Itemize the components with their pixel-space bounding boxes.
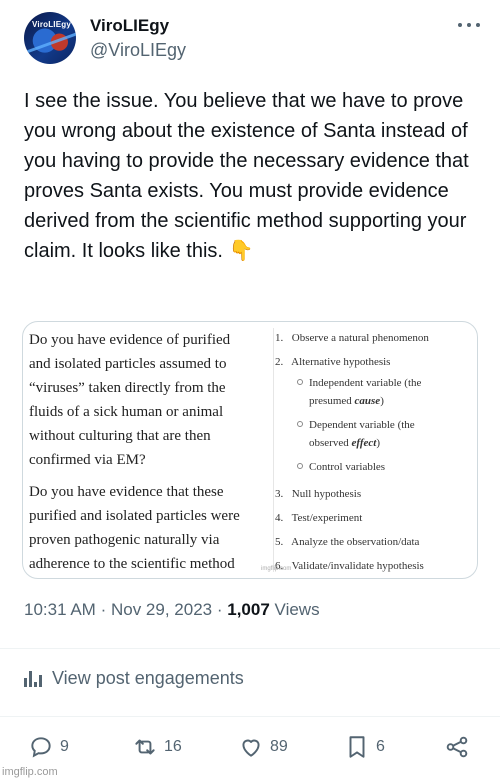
sub-step-item: Dependent variable (the observed effect) [275, 416, 475, 452]
repost-button[interactable]: 16 [132, 734, 182, 760]
divider [0, 716, 500, 717]
repost-icon [135, 739, 155, 755]
divider [0, 648, 500, 649]
tweet-time[interactable]: 10:31 AM [24, 600, 96, 619]
bullet-icon [297, 379, 303, 385]
step-item: 2. Alternative hypothesis [275, 356, 391, 368]
bullet-icon [297, 463, 303, 469]
reply-icon [31, 737, 51, 758]
more-icon[interactable] [458, 18, 480, 32]
step-item: 1. Observe a natural phenomenon [275, 332, 429, 344]
avatar-dna-graphic [24, 31, 76, 56]
tweet-text: I see the issue. You believe that we hav… [24, 90, 469, 262]
like-count: 89 [270, 738, 288, 755]
sub-step-item: Control variables [275, 458, 475, 476]
meta-separator: · [216, 600, 223, 619]
bookmark-icon [349, 736, 365, 758]
like-icon [242, 739, 260, 757]
views-count: 1,007 [227, 600, 270, 619]
like-button[interactable]: 89 [238, 734, 288, 760]
share-icon [446, 736, 468, 758]
bookmark-count: 6 [376, 738, 385, 755]
step-item: 6. Validate/invalidate hypothesis [275, 560, 424, 572]
view-engagements-link[interactable]: View post engagements [24, 668, 244, 689]
more-dot [476, 23, 480, 27]
avatar-text: ViroLIEgy [32, 20, 71, 29]
media-divider [273, 328, 274, 572]
reply-button[interactable]: 9 [28, 734, 69, 760]
chart-icon [24, 670, 42, 687]
media-question-1: Do you have evidence of purified and iso… [29, 332, 231, 468]
step-item: 5. Analyze the observation/data [275, 536, 420, 548]
bookmark-button[interactable]: 6 [344, 734, 385, 760]
avatar[interactable]: ViroLIEgy [24, 12, 76, 64]
tweet-date[interactable]: Nov 29, 2023 [111, 600, 212, 619]
tweet-header: ViroLIEgy ViroLIEgy @ViroLIEgy [24, 12, 484, 68]
engagements-label: View post engagements [52, 668, 244, 688]
tweet-media-image[interactable]: Do you have evidence of purified and iso… [22, 321, 478, 579]
more-dot [467, 23, 471, 27]
reply-count: 9 [60, 738, 69, 755]
scientific-method-steps: 1. Observe a natural phenomenon 2. Alter… [275, 326, 475, 578]
sub-step-item: Independent variable (the presumed cause… [275, 374, 475, 410]
media-question-2: Do you have evidence that these purified… [29, 484, 240, 572]
more-dot [458, 23, 462, 27]
tweet-meta: 10:31 AM · Nov 29, 2023 · 1,007 Views [24, 600, 320, 620]
imgflip-watermark: imgflip.com [2, 766, 58, 778]
tweet-actions: 9 16 89 6 [28, 734, 472, 764]
bullet-icon [297, 421, 303, 427]
step-item: 3. Null hypothesis [275, 488, 362, 500]
repost-count: 16 [164, 738, 182, 755]
step-item: 4. Test/experiment [275, 512, 363, 524]
share-button[interactable] [444, 734, 470, 760]
views-label: Views [274, 600, 320, 619]
media-watermark: imgflip.com [261, 566, 292, 572]
author-handle[interactable]: @ViroLIEgy [90, 40, 186, 61]
author-display-name[interactable]: ViroLIEgy [90, 16, 169, 36]
meta-separator: · [100, 600, 107, 619]
media-questions: Do you have evidence of purified and iso… [29, 328, 271, 572]
